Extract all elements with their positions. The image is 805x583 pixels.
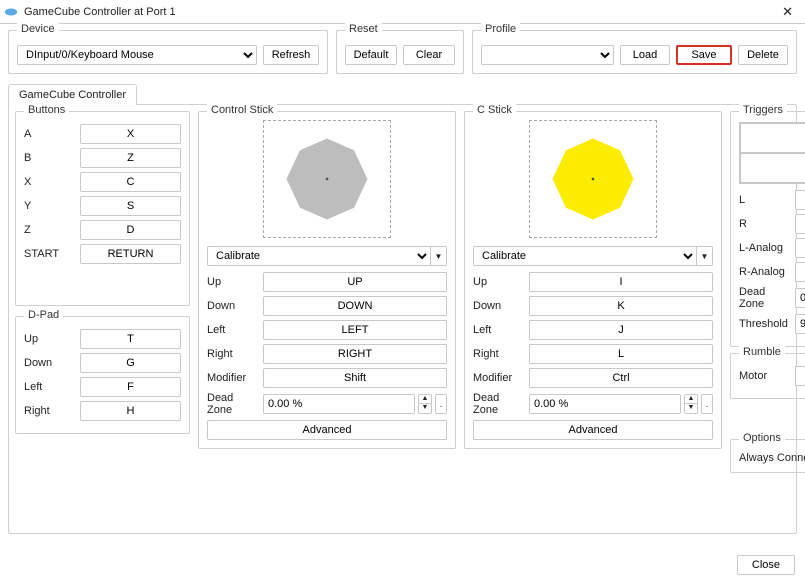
cstick-calibrate-select[interactable]: Calibrate bbox=[473, 246, 697, 266]
trigger-ranalog-cell[interactable]: R-Analog bbox=[740, 153, 805, 183]
buttons-button-5[interactable]: RETURN bbox=[80, 244, 181, 264]
motor-label: Motor bbox=[739, 370, 789, 382]
c-stick-label-2: Left bbox=[473, 324, 523, 336]
control-stick-button-4[interactable]: Shift bbox=[263, 368, 447, 388]
dpad-legend: D-Pad bbox=[24, 309, 63, 321]
control-stick-button-1[interactable]: DOWN bbox=[263, 296, 447, 316]
trig-dz-input[interactable] bbox=[795, 288, 805, 308]
trig-r-button[interactable]: Click 0 bbox=[795, 214, 805, 234]
buttons-button-3[interactable]: S bbox=[80, 196, 181, 216]
dpad-label-0: Up bbox=[24, 333, 74, 345]
trig-ra-label: R-Analog bbox=[739, 266, 789, 278]
cstick-calibrate-caret[interactable]: ▼ bbox=[697, 246, 713, 266]
c-stick-button-2[interactable]: J bbox=[529, 320, 713, 340]
trig-la-label: L-Analog bbox=[739, 242, 789, 254]
control-stick-label-0: Up bbox=[207, 276, 257, 288]
control-stick-legend: Control Stick bbox=[207, 104, 277, 116]
control-stick-label-4: Modifier bbox=[207, 372, 257, 384]
buttons-legend: Buttons bbox=[24, 104, 69, 116]
control-deadzone-dot[interactable]: . bbox=[435, 394, 447, 414]
control-stick-button-2[interactable]: LEFT bbox=[263, 320, 447, 340]
trig-dz-label: Dead Zone bbox=[739, 286, 789, 310]
cstick-deadzone-dot[interactable]: . bbox=[701, 394, 713, 414]
default-button[interactable]: Default bbox=[345, 45, 397, 65]
device-select[interactable]: DInput/0/Keyboard Mouse bbox=[17, 45, 257, 65]
c-stick-label-0: Up bbox=[473, 276, 523, 288]
buttons-button-0[interactable]: X bbox=[80, 124, 181, 144]
c-stick-legend: C Stick bbox=[473, 104, 516, 116]
dpad-label-2: Left bbox=[24, 381, 74, 393]
c-stick-button-4[interactable]: Ctrl bbox=[529, 368, 713, 388]
buttons-label-0: A bbox=[24, 128, 74, 140]
save-button[interactable]: Save bbox=[676, 45, 732, 65]
buttons-label-5: START bbox=[24, 248, 74, 260]
profile-legend: Profile bbox=[481, 23, 520, 35]
always-connected-label: Always Connected bbox=[739, 452, 805, 464]
control-deadzone-label: Dead Zone bbox=[207, 392, 257, 416]
cstick-deadzone-spinner[interactable]: ▲▼ bbox=[684, 394, 698, 414]
device-legend: Device bbox=[17, 23, 59, 35]
dpad-button-3[interactable]: H bbox=[80, 401, 181, 421]
buttons-label-1: B bbox=[24, 152, 74, 164]
trig-th-input[interactable] bbox=[795, 314, 805, 334]
control-calibrate-caret[interactable]: ▼ bbox=[431, 246, 447, 266]
cstick-advanced-button[interactable]: Advanced bbox=[473, 420, 713, 440]
options-legend: Options bbox=[739, 432, 785, 444]
buttons-label-4: Z bbox=[24, 224, 74, 236]
trigger-lanalog-cell[interactable]: L-Analog bbox=[740, 123, 805, 153]
c-stick-button-3[interactable]: L bbox=[529, 344, 713, 364]
dpad-button-0[interactable]: T bbox=[80, 329, 181, 349]
clear-button[interactable]: Clear bbox=[403, 45, 455, 65]
control-deadzone-spinner[interactable]: ▲▼ bbox=[418, 394, 432, 414]
trig-r-label: R bbox=[739, 218, 789, 230]
control-stick-button-0[interactable]: UP bbox=[263, 272, 447, 292]
buttons-label-3: Y bbox=[24, 200, 74, 212]
control-advanced-button[interactable]: Advanced bbox=[207, 420, 447, 440]
dpad-label-1: Down bbox=[24, 357, 74, 369]
control-stick-visual bbox=[263, 120, 391, 238]
c-stick-label-4: Modifier bbox=[473, 372, 523, 384]
rumble-legend: Rumble bbox=[739, 346, 785, 358]
trig-l-label: L bbox=[739, 194, 789, 206]
c-stick-button-0[interactable]: I bbox=[529, 272, 713, 292]
motor-button[interactable] bbox=[795, 366, 805, 386]
trig-ra-button[interactable] bbox=[795, 262, 805, 282]
cstick-deadzone-input[interactable] bbox=[529, 394, 681, 414]
load-button[interactable]: Load bbox=[620, 45, 670, 65]
cstick-deadzone-label: Dead Zone bbox=[473, 392, 523, 416]
app-icon bbox=[4, 5, 18, 19]
buttons-button-4[interactable]: D bbox=[80, 220, 181, 240]
buttons-button-2[interactable]: C bbox=[80, 172, 181, 192]
control-stick-button-3[interactable]: RIGHT bbox=[263, 344, 447, 364]
control-deadzone-input[interactable] bbox=[263, 394, 415, 414]
trig-la-button[interactable] bbox=[795, 238, 805, 258]
control-stick-label-3: Right bbox=[207, 348, 257, 360]
c-stick-visual bbox=[529, 120, 657, 238]
reset-legend: Reset bbox=[345, 23, 382, 35]
close-button[interactable]: Close bbox=[737, 555, 795, 575]
trig-th-label: Threshold bbox=[739, 318, 789, 330]
close-icon[interactable]: ✕ bbox=[774, 4, 801, 20]
window-title: GameCube Controller at Port 1 bbox=[24, 6, 774, 18]
triggers-legend: Triggers bbox=[739, 104, 787, 116]
delete-button[interactable]: Delete bbox=[738, 45, 788, 65]
c-stick-label-1: Down bbox=[473, 300, 523, 312]
tab-gamecube[interactable]: GameCube Controller bbox=[8, 84, 137, 105]
dpad-label-3: Right bbox=[24, 405, 74, 417]
dpad-button-1[interactable]: G bbox=[80, 353, 181, 373]
buttons-label-2: X bbox=[24, 176, 74, 188]
control-stick-label-2: Left bbox=[207, 324, 257, 336]
trig-l-button[interactable]: LBRACKET bbox=[795, 190, 805, 210]
profile-select[interactable] bbox=[481, 45, 614, 65]
refresh-button[interactable]: Refresh bbox=[263, 45, 319, 65]
buttons-button-1[interactable]: Z bbox=[80, 148, 181, 168]
dpad-button-2[interactable]: F bbox=[80, 377, 181, 397]
c-stick-button-1[interactable]: K bbox=[529, 296, 713, 316]
control-calibrate-select[interactable]: Calibrate bbox=[207, 246, 431, 266]
control-stick-label-1: Down bbox=[207, 300, 257, 312]
c-stick-label-3: Right bbox=[473, 348, 523, 360]
